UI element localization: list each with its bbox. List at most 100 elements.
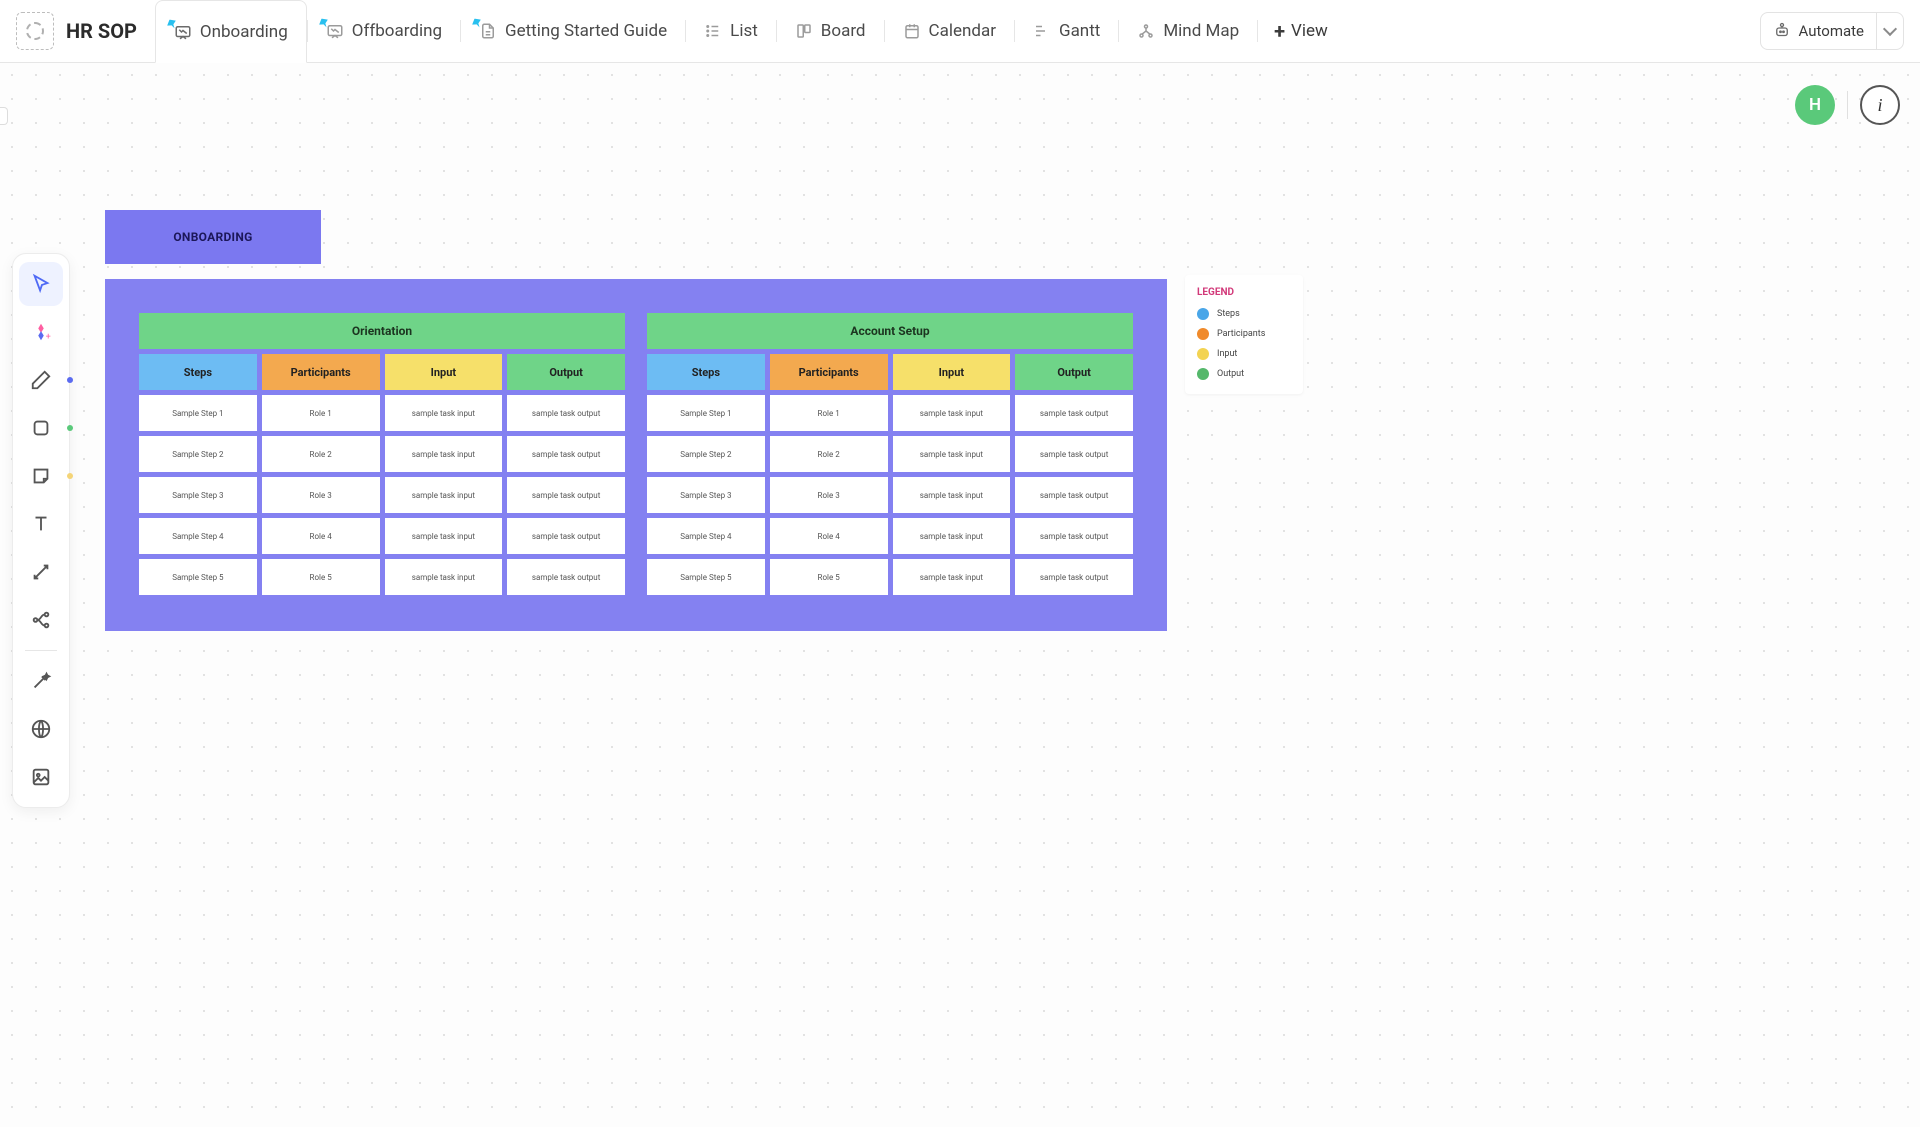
col-header-output[interactable]: Output [507, 354, 625, 390]
cell-output[interactable]: sample task output [1015, 477, 1133, 513]
whiteboard-icon [174, 23, 192, 41]
tool-connector[interactable] [19, 550, 63, 594]
cell-role[interactable]: Role 2 [770, 436, 888, 472]
col-header-output[interactable]: Output [1015, 354, 1133, 390]
tab-label: Gantt [1059, 21, 1100, 41]
canvas[interactable]: H i + [0, 63, 1920, 1127]
column-headers: Steps Participants Input Output [139, 354, 625, 390]
table-row: Sample Step 3 Role 3 sample task input s… [139, 477, 625, 513]
tool-select[interactable] [19, 262, 63, 306]
cell-input[interactable]: sample task input [893, 518, 1011, 554]
legend-label: Output [1217, 369, 1244, 379]
legend-dot [1197, 328, 1209, 340]
board-title-card[interactable]: ONBOARDING [105, 210, 321, 264]
add-view-button[interactable]: + View [1258, 19, 1344, 43]
tool-web[interactable] [19, 707, 63, 751]
canvas-toolbar-left: + [12, 253, 70, 808]
table-row: Sample Step 2 Role 2 sample task input s… [647, 436, 1133, 472]
col-header-steps[interactable]: Steps [139, 354, 257, 390]
col-header-input[interactable]: Input [893, 354, 1011, 390]
cell-role[interactable]: Role 2 [262, 436, 380, 472]
space-icon[interactable] [16, 12, 54, 50]
cell-input[interactable]: sample task input [893, 436, 1011, 472]
cell-step[interactable]: Sample Step 3 [139, 477, 257, 513]
tab-offboarding[interactable]: Offboarding [308, 0, 460, 63]
cell-input[interactable]: sample task input [385, 518, 503, 554]
tab-getting-started[interactable]: Getting Started Guide [461, 0, 685, 63]
section-title[interactable]: Orientation [139, 313, 625, 349]
tool-magic[interactable] [19, 659, 63, 703]
tool-mindmap[interactable] [19, 598, 63, 642]
board-icon [795, 22, 813, 40]
tool-pen[interactable] [19, 358, 63, 402]
cell-output[interactable]: sample task output [507, 477, 625, 513]
col-header-input[interactable]: Input [385, 354, 503, 390]
cell-role[interactable]: Role 3 [262, 477, 380, 513]
cell-step[interactable]: Sample Step 3 [647, 477, 765, 513]
cell-step[interactable]: Sample Step 4 [647, 518, 765, 554]
legend-label: Input [1217, 349, 1237, 359]
cell-output[interactable]: sample task output [507, 436, 625, 472]
col-header-steps[interactable]: Steps [647, 354, 765, 390]
cell-step[interactable]: Sample Step 1 [647, 395, 765, 431]
cell-step[interactable]: Sample Step 2 [139, 436, 257, 472]
cell-step[interactable]: Sample Step 2 [647, 436, 765, 472]
col-header-participants[interactable]: Participants [262, 354, 380, 390]
section-title[interactable]: Account Setup [647, 313, 1133, 349]
automate-button[interactable]: Automate [1760, 12, 1904, 50]
tab-gantt[interactable]: Gantt [1015, 0, 1118, 63]
cell-role[interactable]: Role 4 [262, 518, 380, 554]
col-header-participants[interactable]: Participants [770, 354, 888, 390]
tab-onboarding[interactable]: Onboarding [155, 0, 307, 63]
legend-label: Steps [1217, 309, 1240, 319]
tool-shape[interactable] [19, 406, 63, 450]
cell-output[interactable]: sample task output [1015, 559, 1133, 595]
cell-input[interactable]: sample task input [385, 395, 503, 431]
cell-input[interactable]: sample task input [893, 395, 1011, 431]
mindmap-icon [1137, 22, 1155, 40]
cell-input[interactable]: sample task input [893, 477, 1011, 513]
legend-card[interactable]: LEGEND Steps Participants Input Output [1185, 275, 1303, 394]
add-view-label: View [1291, 21, 1328, 41]
cell-output[interactable]: sample task output [1015, 436, 1133, 472]
legend-dot [1197, 308, 1209, 320]
cell-role[interactable]: Role 5 [262, 559, 380, 595]
info-button[interactable]: i [1860, 85, 1900, 125]
tab-list[interactable]: List [686, 0, 776, 63]
cell-input[interactable]: sample task input [385, 436, 503, 472]
avatar[interactable]: H [1795, 85, 1835, 125]
cell-step[interactable]: Sample Step 4 [139, 518, 257, 554]
cell-output[interactable]: sample task output [1015, 518, 1133, 554]
cell-output[interactable]: sample task output [507, 559, 625, 595]
automate-dropdown[interactable] [1876, 13, 1895, 49]
cell-role[interactable]: Role 4 [770, 518, 888, 554]
cell-input[interactable]: sample task input [893, 559, 1011, 595]
cell-role[interactable]: Role 1 [770, 395, 888, 431]
cell-output[interactable]: sample task output [507, 395, 625, 431]
cell-role[interactable]: Role 1 [262, 395, 380, 431]
tab-label: Offboarding [352, 21, 442, 41]
legend-dot [1197, 368, 1209, 380]
tool-text[interactable] [19, 502, 63, 546]
cell-output[interactable]: sample task output [1015, 395, 1133, 431]
cell-step[interactable]: Sample Step 5 [139, 559, 257, 595]
cell-role[interactable]: Role 5 [770, 559, 888, 595]
cell-step[interactable]: Sample Step 5 [647, 559, 765, 595]
whiteboard-icon [326, 22, 344, 40]
cell-input[interactable]: sample task input [385, 559, 503, 595]
tab-label: Mind Map [1163, 21, 1239, 41]
cell-role[interactable]: Role 3 [770, 477, 888, 513]
tab-mindmap[interactable]: Mind Map [1119, 0, 1257, 63]
tab-board[interactable]: Board [777, 0, 884, 63]
legend-item: Output [1197, 368, 1291, 380]
board-container[interactable]: Orientation Steps Participants Input Out… [105, 279, 1167, 631]
tool-image[interactable] [19, 755, 63, 799]
tab-calendar[interactable]: Calendar [885, 0, 1014, 63]
cell-step[interactable]: Sample Step 1 [139, 395, 257, 431]
tool-sticky[interactable] [19, 454, 63, 498]
cell-input[interactable]: sample task input [385, 477, 503, 513]
cell-output[interactable]: sample task output [507, 518, 625, 554]
plus-icon: + [1274, 19, 1285, 43]
sidebar-expand-handle[interactable] [0, 107, 8, 125]
tool-ai[interactable]: + [19, 310, 63, 354]
